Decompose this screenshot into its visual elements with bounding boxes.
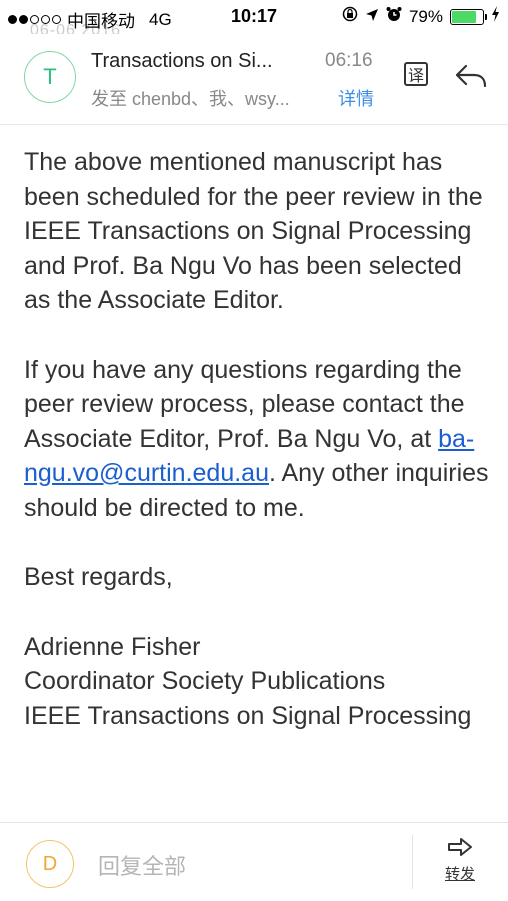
battery-icon — [450, 8, 487, 25]
signature-name: Adrienne Fisher — [24, 632, 201, 661]
reply-all-input[interactable]: 回复全部 — [98, 849, 186, 881]
status-bar: 06-06 2016 中国移动 4G 10:17 79% — [0, 0, 508, 39]
divider — [412, 835, 413, 889]
user-avatar: D — [26, 840, 74, 888]
body-paragraph-2: If you have any questions regarding the … — [24, 353, 494, 526]
mail-body: The above mentioned manuscript has been … — [24, 145, 494, 820]
paragraph-2-text: If you have any questions regarding the … — [24, 355, 465, 453]
status-right: 79% — [342, 6, 500, 27]
translate-icon[interactable]: 译 — [404, 62, 428, 86]
mail-recipients: 发至 chenbd、我、wsy... — [91, 89, 290, 109]
location-arrow-icon — [365, 7, 379, 27]
mail-time: 06:16 — [325, 50, 373, 71]
sender-avatar[interactable]: T — [24, 51, 76, 103]
reply-icon[interactable] — [454, 62, 488, 90]
details-link[interactable]: 详情 — [338, 85, 374, 111]
body-paragraph-1: The above mentioned manuscript has been … — [24, 148, 483, 314]
mail-subject: Transactions on Si... — [91, 50, 273, 72]
battery-percent: 79% — [408, 6, 443, 26]
signature-org: IEEE Transactions on Signal Processing — [24, 701, 472, 730]
signature-title: Coordinator Society Publications — [24, 667, 386, 695]
charging-bolt-icon — [491, 6, 500, 27]
alarm-icon — [386, 6, 402, 27]
bottom-bar: D 回复全部 转发 — [0, 822, 508, 901]
forward-label: 转发 — [444, 866, 475, 883]
closing: Best regards, — [24, 563, 173, 591]
mail-header: T Transactions on Si... 06:16 发至 chenbd、… — [0, 34, 508, 125]
forward-icon — [448, 838, 472, 856]
rotation-lock-icon — [342, 6, 358, 27]
forward-button[interactable]: 转发 — [440, 837, 480, 884]
